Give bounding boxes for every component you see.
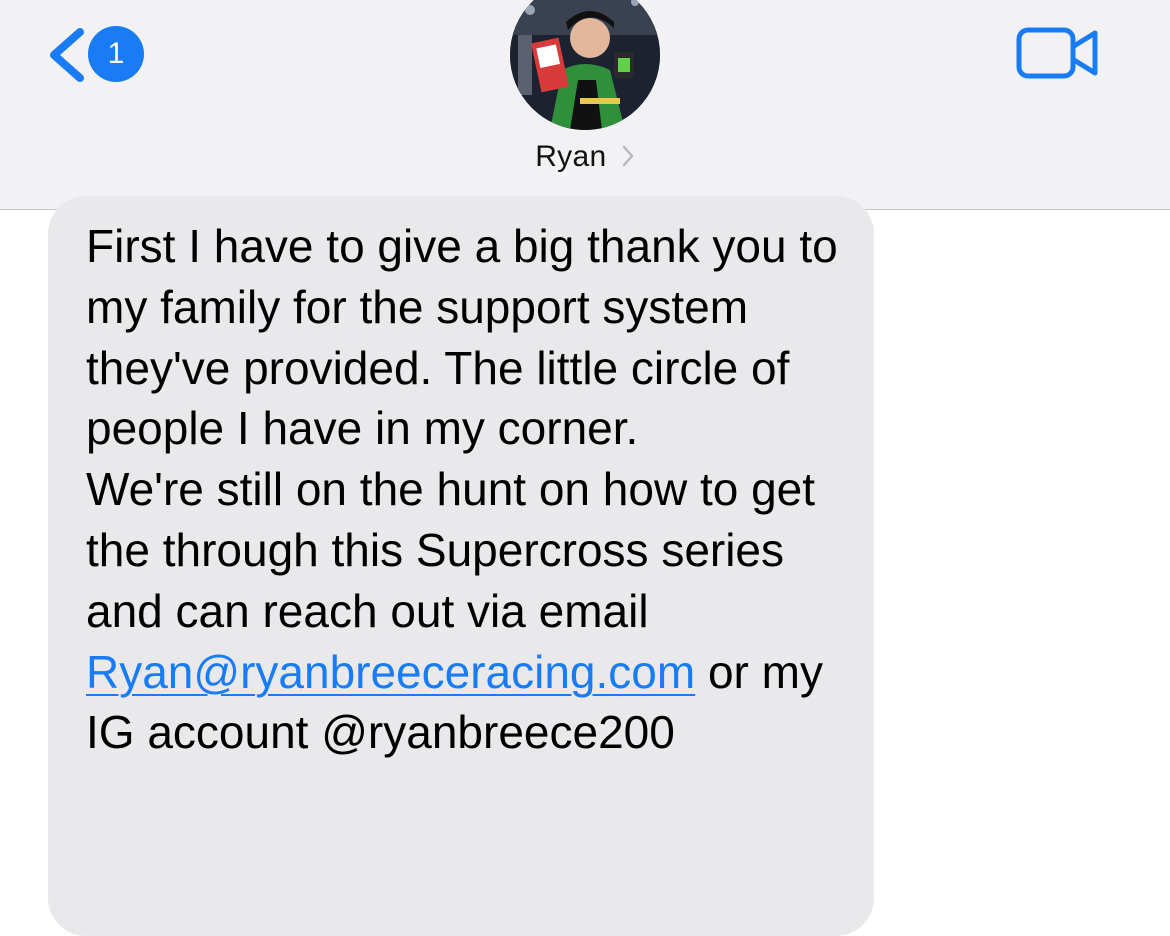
contact-name-button[interactable]: Ryan [0,140,1170,174]
message-paragraph: First I have to give a big thank you to … [86,220,838,455]
back-button[interactable]: 1 [44,22,154,86]
chevron-right-icon [612,140,634,173]
avatar-photo [510,0,660,130]
message-paragraph: We're still on the hunt on how to get th… [86,459,846,763]
chevron-left-icon [50,28,84,82]
contact-avatar[interactable] [510,0,660,130]
contact-name: Ryan [535,140,607,173]
video-call-button[interactable] [1016,26,1100,80]
message-text-segment: We're still on the hunt on how to get th… [86,463,816,637]
conversation-header: 1 Ryan [0,0,1170,210]
video-camera-icon [1016,27,1098,79]
unread-count-badge: 1 [88,26,144,82]
email-link[interactable]: Ryan@ryanbreeceracing.com [86,646,695,698]
message-text: First I have to give a big thank you to … [86,216,846,763]
